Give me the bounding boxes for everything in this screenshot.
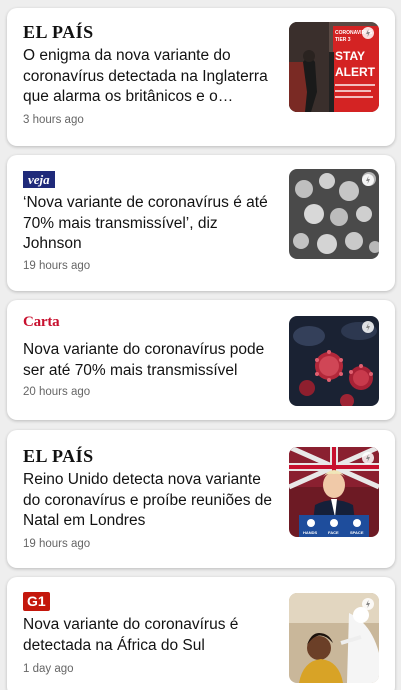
article-text: G1 Nova variante do coronavírus é detect… [23, 577, 273, 690]
article-time: 3 hours ago [23, 114, 84, 126]
source-name: veja [23, 170, 55, 188]
source-logo: veja [23, 169, 55, 189]
svg-text:SPACE: SPACE [350, 530, 364, 535]
article-headline[interactable]: Reino Unido detecta nova variante do cor… [23, 470, 278, 532]
svg-text:STAY: STAY [335, 49, 365, 63]
article-time: 19 hours ago [23, 538, 91, 550]
article-thumbnail[interactable]: CORONAVIRUS TIER 3 STAY ALERT [289, 22, 379, 112]
article-text: veja ‘Nova variante de coronavírus é até… [23, 155, 273, 291]
article-thumbnail[interactable] [289, 593, 379, 683]
source-name: EL PAÍS [23, 445, 94, 466]
article-headline[interactable]: Nova variante do coronavírus pode ser at… [23, 340, 278, 381]
article-thumbnail[interactable] [289, 316, 379, 406]
article-time: 19 hours ago [23, 260, 91, 272]
source-name: G1 [23, 591, 50, 611]
source-logo: Carta [23, 312, 60, 332]
source-logo: EL PAÍS [23, 446, 94, 466]
svg-text:HANDS: HANDS [303, 530, 318, 535]
article-card[interactable]: G1 Nova variante do coronavírus é detect… [7, 577, 395, 690]
amp-icon [362, 174, 374, 186]
article-card[interactable]: veja ‘Nova variante de coronavírus é até… [7, 155, 395, 291]
article-time: 20 hours ago [23, 386, 91, 398]
svg-text:FACE: FACE [328, 530, 339, 535]
amp-icon [362, 452, 374, 464]
svg-text:TIER 3: TIER 3 [335, 37, 351, 43]
article-thumbnail[interactable]: HANDS FACE SPACE [289, 447, 379, 537]
article-text: EL PAÍS Reino Unido detecta nova variant… [23, 430, 273, 568]
article-thumbnail[interactable] [289, 169, 379, 259]
article-card[interactable]: EL PAÍS O enigma da nova variante do cor… [7, 8, 395, 146]
article-text: Carta Nova variante do coronavírus pode … [23, 300, 273, 420]
news-feed: EL PAÍS O enigma da nova variante do cor… [0, 0, 401, 690]
article-card[interactable]: EL PAÍS Reino Unido detecta nova variant… [7, 430, 395, 568]
article-headline[interactable]: ‘Nova variante de coronavírus é até 70% … [23, 193, 278, 255]
svg-text:ALERT: ALERT [335, 65, 376, 79]
amp-icon [362, 27, 374, 39]
source-name: EL PAÍS [23, 21, 94, 42]
source-logo: EL PAÍS [23, 22, 94, 42]
article-headline[interactable]: O enigma da nova variante do coronavírus… [23, 46, 278, 108]
article-headline[interactable]: Nova variante do coronavírus é detectada… [23, 615, 278, 656]
source-name: Carta [23, 313, 60, 330]
source-logo: G1 [23, 591, 50, 611]
article-text: EL PAÍS O enigma da nova variante do cor… [23, 8, 273, 146]
amp-icon [362, 598, 374, 610]
amp-icon [362, 321, 374, 333]
article-time: 1 day ago [23, 663, 74, 675]
article-card[interactable]: Carta Nova variante do coronavírus pode … [7, 300, 395, 420]
